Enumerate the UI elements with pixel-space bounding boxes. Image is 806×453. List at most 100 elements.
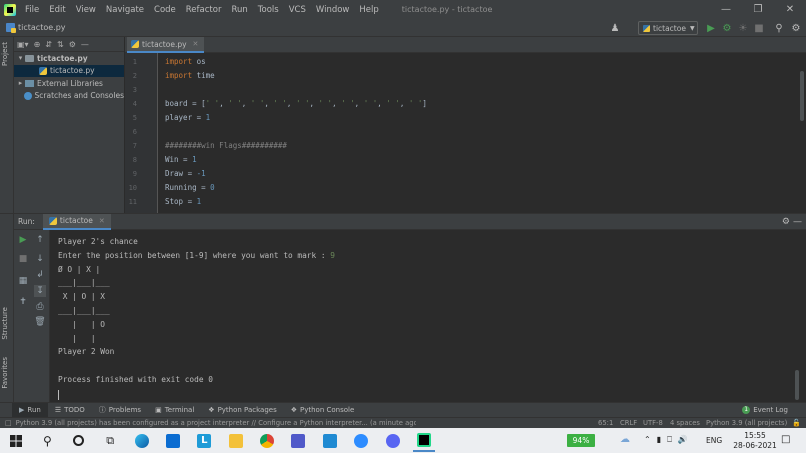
battery-badge[interactable]: 94% — [567, 434, 595, 447]
layout-icon[interactable]: ▦ — [17, 275, 29, 287]
menu-view[interactable]: View — [71, 5, 101, 15]
panel-settings-icon[interactable]: ⚙ — [69, 40, 76, 49]
pycharm-taskbar-icon[interactable] — [412, 430, 435, 452]
close-tab-icon[interactable]: ✕ — [193, 40, 199, 48]
debug-icon[interactable]: ⚙ — [720, 21, 734, 35]
chrome-icon[interactable] — [256, 430, 278, 452]
locate-icon[interactable]: ⊕ — [34, 40, 41, 49]
line-separator[interactable]: CRLF — [620, 419, 637, 427]
close-run-tab-icon[interactable]: ✕ — [99, 217, 105, 225]
run-config-select[interactable]: tictactoe ▼ — [638, 21, 698, 35]
file-explorer-icon[interactable] — [225, 430, 247, 452]
clock[interactable]: 15:55 28-06-2021 — [732, 431, 778, 451]
strip-tab-favorites[interactable]: Favorites — [1, 357, 9, 389]
tool-tab-terminal[interactable]: ▣ Terminal — [148, 403, 201, 418]
chevron-right-icon[interactable]: ▸ — [16, 79, 25, 87]
run-settings-gear-icon[interactable]: ⚙ — [782, 217, 790, 227]
hide-panel-icon[interactable]: — — [81, 40, 89, 49]
stop-icon[interactable]: ■ — [752, 21, 766, 35]
search-taskbar-icon[interactable]: ⚲ — [36, 430, 58, 452]
print-icon[interactable]: ⎙ — [34, 301, 46, 313]
tree-item[interactable]: tictactoe.py — [14, 64, 124, 77]
console-scrollbar[interactable] — [795, 370, 799, 400]
run-console-output[interactable]: Player 2's chance Enter the position betw… — [50, 230, 800, 402]
tool-tab-python-console[interactable]: ❖ Python Console — [284, 403, 362, 418]
tree-item[interactable]: ▾ tictactoe.py — [14, 52, 124, 65]
menu-help[interactable]: Help — [354, 5, 383, 15]
restore-icon[interactable]: ❐ — [742, 0, 774, 19]
code-editor[interactable]: ⚠ 21 ✓ 2 ⌃ ⌄ import osimport timeboard =… — [158, 53, 806, 213]
notification-icon[interactable]: □ — [781, 434, 790, 445]
lock-icon[interactable]: 🔓 — [792, 419, 801, 427]
editor-scrollbar[interactable] — [800, 71, 804, 121]
zoom-icon[interactable] — [350, 430, 372, 452]
soft-wrap-icon[interactable]: ↲ — [34, 269, 46, 281]
mail-icon[interactable] — [162, 430, 184, 452]
windows-start-icon[interactable] — [5, 430, 27, 452]
indent-setting[interactable]: 4 spaces — [670, 419, 700, 427]
tool-tab-problems[interactable]: ⓘ Problems — [92, 403, 148, 418]
caret-position[interactable]: 65:1 — [598, 419, 613, 427]
tree-item[interactable]: ▸ External Libraries — [14, 77, 124, 90]
event-log-button[interactable]: 1 Event Log — [742, 406, 788, 414]
menu-edit[interactable]: Edit — [44, 5, 70, 15]
strip-tab-project[interactable]: Project — [1, 42, 9, 66]
tool-tab-python-packages[interactable]: ❖ Python Packages — [201, 403, 283, 418]
scroll-up-icon[interactable]: ↑ — [34, 234, 46, 246]
menu-navigate[interactable]: Navigate — [101, 5, 149, 15]
line-number: 9 — [132, 170, 137, 178]
run-tab-tictactoe[interactable]: tictactoe ✕ — [42, 213, 111, 230]
weather-icon[interactable]: ☁ — [620, 434, 630, 445]
status-toggle-icon[interactable]: □ — [5, 419, 12, 427]
project-view-icon[interactable]: ▣▾ — [17, 40, 29, 49]
pin-tab-icon[interactable]: ✝ — [17, 296, 29, 308]
menu-code[interactable]: Code — [149, 5, 181, 15]
strip-tab-structure[interactable]: Structure — [1, 307, 9, 340]
show-hidden-icon[interactable]: ⌃ — [644, 435, 651, 445]
vscode-icon[interactable] — [319, 430, 341, 452]
code-token: , — [399, 99, 409, 108]
language-indicator[interactable]: ENG — [706, 436, 722, 445]
menu-vcs[interactable]: VCS — [284, 5, 311, 15]
minimize-icon[interactable]: — — [710, 0, 742, 19]
discord-icon[interactable] — [382, 430, 404, 452]
breadcrumb-file[interactable]: tictactoe.py — [18, 23, 66, 32]
rerun-icon[interactable]: ▶ — [17, 234, 29, 246]
menu-window[interactable]: Window — [311, 5, 355, 15]
tool-tab-run[interactable]: ▶ Run — [12, 402, 48, 418]
editor-tab-tictactoe[interactable]: tictactoe.py ✕ — [127, 37, 205, 53]
stop-run-icon[interactable]: ■ — [17, 253, 29, 265]
menu-run[interactable]: Run — [226, 5, 252, 15]
scroll-down-icon[interactable]: ↓ — [34, 253, 46, 265]
close-window-icon[interactable]: ✕ — [774, 0, 806, 19]
tree-item[interactable]: Scratches and Consoles — [14, 90, 124, 103]
battery-icon[interactable]: ▮ — [657, 435, 661, 445]
hide-run-panel-icon[interactable]: — — [793, 217, 802, 227]
settings-gear-icon[interactable]: ⚙ — [789, 21, 803, 35]
expand-all-icon[interactable]: ⇵ — [45, 40, 52, 49]
teams-icon[interactable] — [287, 430, 309, 452]
user-icon[interactable]: ♟ — [608, 21, 622, 35]
volume-icon[interactable]: 🔊 — [678, 435, 688, 445]
network-icon[interactable]: ⎕ — [667, 435, 672, 445]
chevron-down-icon[interactable]: ▾ — [16, 54, 25, 62]
tool-tab-todo[interactable]: ☰ TODO — [48, 403, 92, 418]
clear-all-icon[interactable]: 🗑 — [34, 316, 46, 328]
status-message[interactable]: Python 3.9 (all projects) has been confi… — [16, 419, 416, 427]
run-icon[interactable]: ▶ — [704, 21, 718, 35]
edge-browser-icon[interactable] — [131, 430, 153, 452]
scroll-to-end-icon[interactable]: ↧ — [34, 285, 46, 297]
interpreter-selector[interactable]: Python 3.9 (all projects) — [706, 419, 787, 427]
menu-file[interactable]: File — [20, 5, 44, 15]
info-icon: ⓘ — [98, 406, 106, 414]
l-app-icon[interactable]: L — [193, 430, 215, 452]
coverage-icon[interactable]: ☀ — [736, 21, 750, 35]
menu-tools[interactable]: Tools — [253, 5, 284, 15]
search-icon[interactable]: ⚲ — [772, 21, 786, 35]
file-encoding[interactable]: UTF-8 — [643, 419, 663, 427]
menu-refactor[interactable]: Refactor — [181, 5, 227, 15]
cortana-icon[interactable] — [68, 430, 90, 452]
console-text: Process finished with exit code 0 — [58, 375, 213, 384]
task-view-icon[interactable]: ⧉ — [99, 430, 121, 452]
collapse-all-icon[interactable]: ⇅ — [57, 40, 64, 49]
